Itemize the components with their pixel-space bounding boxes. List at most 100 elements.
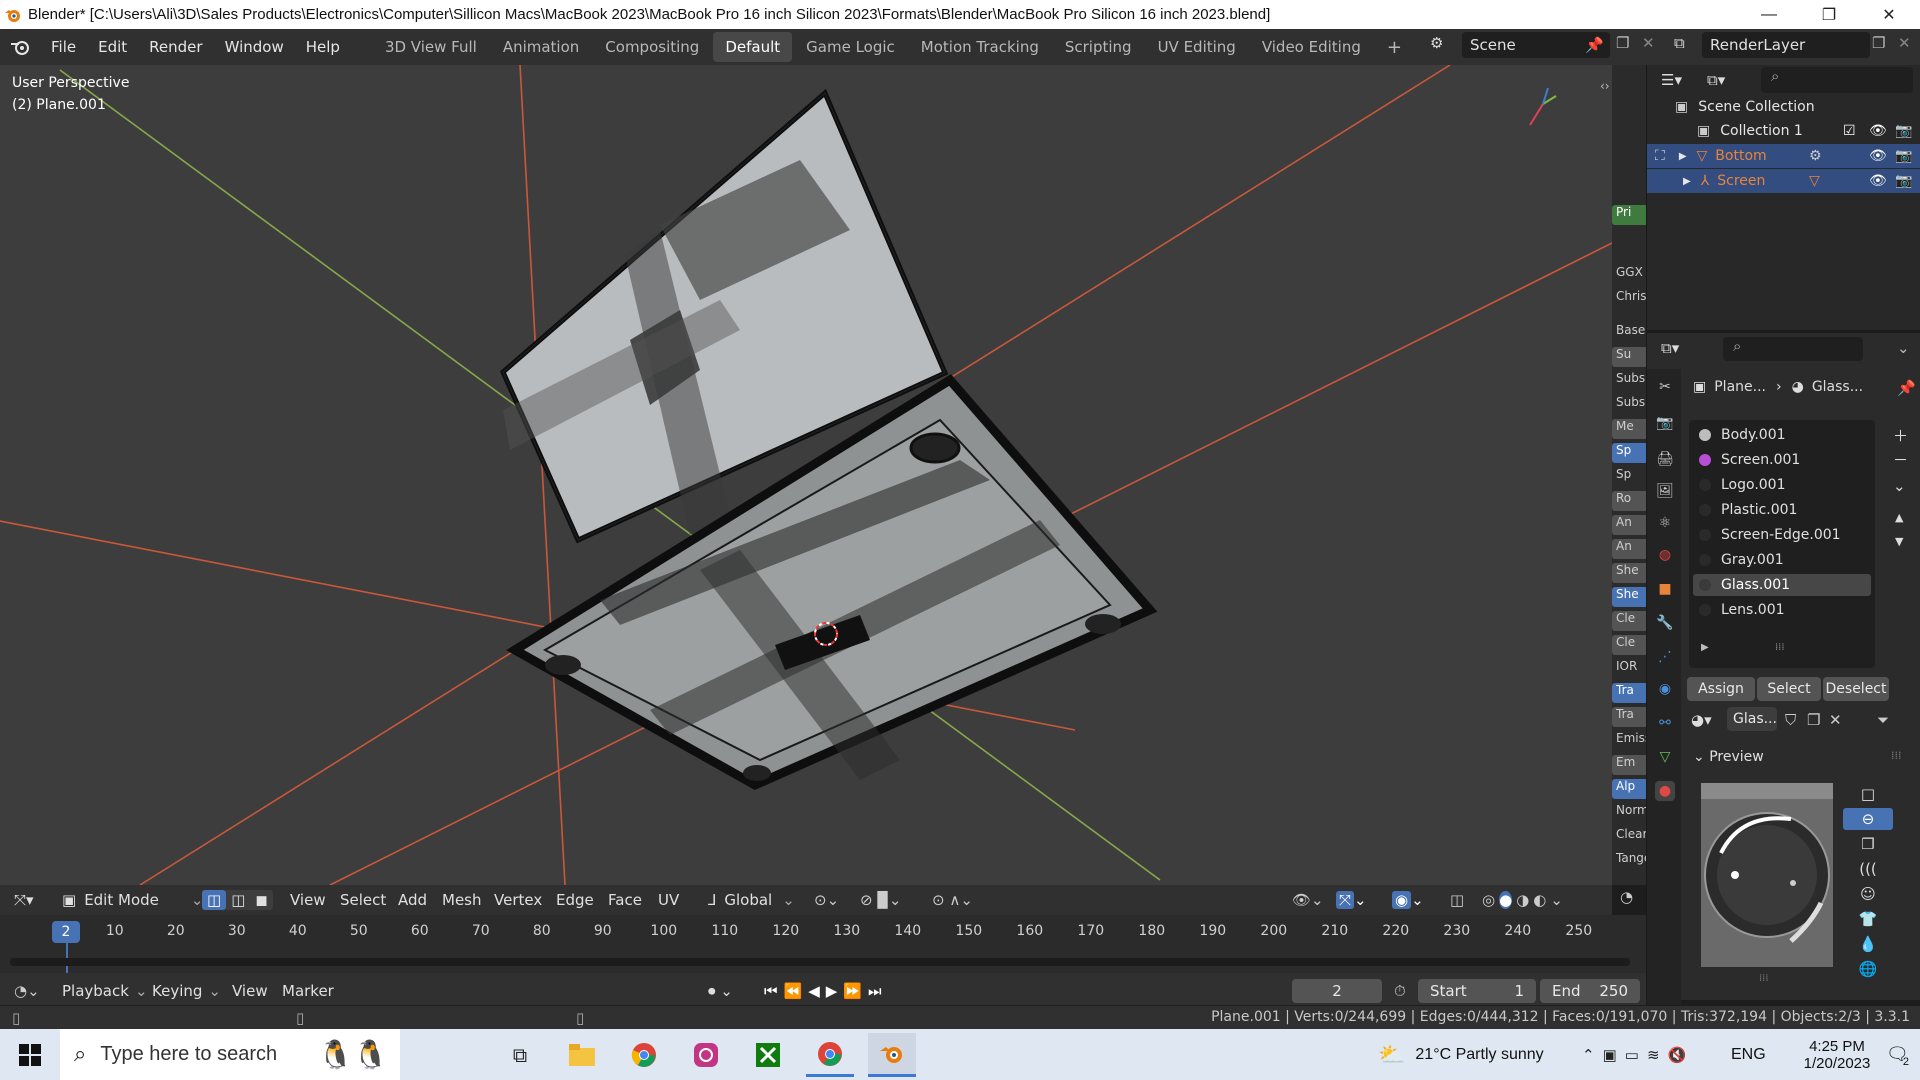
outliner-editor-icon[interactable]: ☰▾	[1661, 71, 1682, 89]
tab-default[interactable]: Default	[713, 32, 793, 62]
face-select-icon[interactable]: ◼	[250, 890, 273, 910]
instagram-app-icon[interactable]	[682, 1033, 730, 1077]
shading-options-icon[interactable]: ⌄	[1550, 891, 1563, 909]
menu-file[interactable]: File	[40, 38, 87, 56]
list-item[interactable]: Lens.001	[1693, 599, 1871, 621]
prev-keyframe-icon[interactable]: ⏪	[784, 982, 809, 1000]
play-reverse-icon[interactable]: ◀	[808, 982, 826, 1000]
menu-edge[interactable]: Edge	[556, 885, 594, 915]
outliner-search-input[interactable]: ⌕	[1761, 67, 1913, 93]
properties-editor-icon[interactable]: ⧉▾	[1661, 339, 1679, 357]
outliner-item-screen[interactable]: ▶ ⅄ Screen ▽ 👁 📷	[1647, 169, 1920, 193]
fluid-preview-icon[interactable]: 💧	[1843, 933, 1893, 955]
drag-handle-icon[interactable]: ⁞⁞⁞	[1891, 749, 1902, 762]
strip-row[interactable]: Su	[1612, 347, 1646, 367]
mode-dropdown[interactable]: ▣ Edit Mode ⌄	[62, 885, 203, 915]
timeline-ruler[interactable]: 2 10 20 30 40 50 60 70 80 90 100 110 120 130 140 150 16…	[0, 915, 1646, 993]
camera-icon[interactable]: 📷	[1895, 123, 1912, 139]
checkbox-icon[interactable]: ☑	[1843, 123, 1856, 139]
sidebar-toggle-icon[interactable]: ‹›	[1600, 79, 1610, 93]
scene-selector-icon[interactable]: ⚙	[1430, 34, 1458, 58]
solid-shading-icon[interactable]: ●	[1499, 891, 1513, 909]
menu-render[interactable]: Render	[138, 38, 213, 56]
show-hidden-icons-icon[interactable]: ⌃	[1582, 1046, 1603, 1064]
fake-user-icon[interactable]: ⛉	[1785, 711, 1796, 729]
pivot-point-icon[interactable]: ⊙⌄	[814, 885, 839, 915]
output-tab-icon[interactable]: 🖨	[1655, 449, 1675, 469]
restore-button[interactable]: ❐	[1800, 0, 1858, 29]
jump-end-icon[interactable]: ⏭	[868, 982, 888, 1000]
material-browse-icon[interactable]: ◕▾	[1691, 711, 1712, 729]
task-view-icon[interactable]: ⧉	[496, 1033, 544, 1077]
deselect-button[interactable]: Deselect	[1823, 677, 1889, 701]
tab-motion-tracking[interactable]: Motion Tracking	[909, 32, 1051, 62]
new-scene-icon[interactable]: ❐	[1616, 34, 1638, 52]
select-button[interactable]: Select	[1757, 677, 1821, 701]
menu-window[interactable]: Window	[214, 38, 295, 56]
tab-animation[interactable]: Animation	[491, 32, 591, 62]
menu-mesh[interactable]: Mesh	[442, 885, 482, 915]
next-keyframe-icon[interactable]: ⏩	[843, 982, 868, 1000]
menu-view[interactable]: View	[290, 885, 326, 915]
taskbar-search-box[interactable]: ⌕ Type here to search 🐧🐧	[60, 1029, 400, 1080]
world-preview-icon[interactable]: 🌐	[1843, 958, 1893, 980]
weather-widget[interactable]: ⛅ 21°C Partly sunny	[1378, 1029, 1544, 1080]
tab-compositing[interactable]: Compositing	[593, 32, 711, 62]
timeline-scrollbar[interactable]	[10, 958, 1630, 966]
tray-app-icon[interactable]: ▣	[1603, 1046, 1625, 1064]
expand-icon[interactable]: ▶	[1701, 642, 1709, 653]
view-layer-icon[interactable]: ⧉	[1674, 34, 1698, 52]
clock[interactable]: 4:25 PM 1/20/2023	[1790, 1029, 1884, 1080]
list-item[interactable]: Screen-Edge.001	[1693, 524, 1871, 546]
strip-row[interactable]: An	[1612, 515, 1646, 535]
scene-collection-row[interactable]: ▣ Scene Collection	[1647, 95, 1920, 119]
vertex-select-icon[interactable]: ◫	[202, 890, 227, 910]
strip-row[interactable]: She	[1612, 563, 1646, 583]
move-down-button[interactable]: ▼	[1895, 535, 1903, 548]
snap-icon[interactable]: ⊘ ▉⌄	[860, 885, 901, 915]
orientation-dropdown[interactable]: ⅃ Global ⌄	[708, 885, 795, 915]
hair-preview-icon[interactable]: (((	[1843, 858, 1893, 880]
eye-icon[interactable]: 👁	[1869, 123, 1887, 139]
constraints-tab-icon[interactable]: ⚯	[1655, 713, 1675, 733]
tab-scripting[interactable]: Scripting	[1053, 32, 1144, 62]
edge-select-icon[interactable]: ◫	[226, 890, 251, 910]
time-editor-icon[interactable]: ◔	[1620, 888, 1646, 912]
display-mode-icon[interactable]: ⧉▾	[1707, 71, 1725, 89]
view-layer-field[interactable]: RenderLayer	[1702, 32, 1870, 58]
playback-menu[interactable]: Playback ⌄	[62, 973, 148, 1009]
move-up-button[interactable]: ▲	[1895, 511, 1903, 524]
render-tab-icon[interactable]: 📷	[1655, 413, 1675, 433]
pin-icon[interactable]: 📌	[1897, 379, 1916, 397]
strip-row[interactable]: Alp	[1612, 779, 1646, 799]
blender-menu-icon[interactable]	[0, 38, 40, 56]
current-frame-field[interactable]: 2	[1292, 979, 1382, 1003]
unlink-material-icon[interactable]: ✕	[1829, 711, 1842, 729]
list-item[interactable]: Screen.001	[1693, 449, 1871, 471]
eye-icon[interactable]: 👁	[1869, 173, 1887, 189]
marker-menu[interactable]: Marker	[282, 973, 334, 1009]
wifi-icon[interactable]: ≋	[1647, 1046, 1668, 1064]
options-chevron-icon[interactable]: ⌄	[1897, 339, 1910, 357]
modifiers-icon[interactable]: ⚙	[1809, 148, 1822, 164]
properties-search-input[interactable]: ⌕	[1723, 337, 1863, 361]
menu-add[interactable]: Add	[398, 885, 427, 915]
file-explorer-icon[interactable]	[558, 1033, 606, 1077]
chrome-icon[interactable]	[620, 1033, 668, 1077]
strip-row[interactable]: Cle	[1612, 611, 1646, 631]
menu-select[interactable]: Select	[340, 885, 386, 915]
scene-tab-icon[interactable]: ⚛	[1655, 513, 1675, 533]
start-frame-field[interactable]: Start 1	[1418, 979, 1536, 1003]
cube-preview-icon[interactable]: ❒	[1843, 833, 1893, 855]
collection-row[interactable]: ▣ Collection 1 ☑ 👁 📷	[1647, 119, 1920, 143]
slot-menu-chevron-icon[interactable]: ⌄	[1893, 477, 1906, 495]
assign-button[interactable]: Assign	[1687, 677, 1755, 701]
visibility-icon[interactable]: 👁⌄	[1292, 885, 1324, 915]
menu-vertex[interactable]: Vertex	[494, 885, 542, 915]
jump-start-icon[interactable]: ⏮	[764, 982, 784, 1000]
monkey-preview-icon[interactable]: ☺	[1843, 883, 1893, 905]
list-item[interactable]: Plastic.001	[1693, 499, 1871, 521]
object-tab-icon[interactable]: ■	[1655, 579, 1675, 599]
delete-view-layer-icon[interactable]: ✕	[1898, 34, 1914, 52]
tab-game-logic[interactable]: Game Logic	[794, 32, 907, 62]
